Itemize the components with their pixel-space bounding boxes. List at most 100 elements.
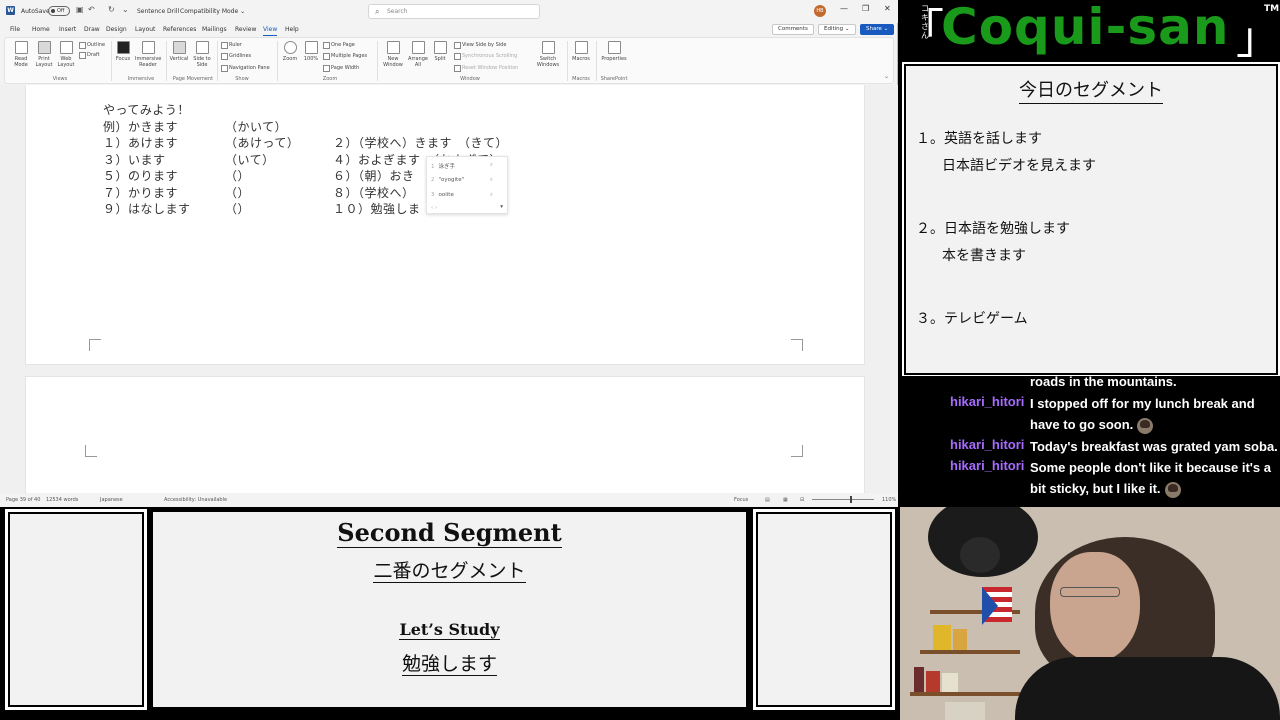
exercise-item: ８）（学校へ） — [333, 186, 415, 200]
tab-design[interactable]: Design — [106, 26, 127, 33]
document-page[interactable] — [25, 376, 865, 493]
close-icon[interactable]: ✕ — [884, 4, 891, 13]
todays-segments-panel: 今日のセグメント １。英語を話します 日本語ビデオを見えます ２。日本語を勉強し… — [902, 62, 1280, 377]
segment-heading: Second Segment — [153, 518, 746, 548]
tab-file[interactable]: File — [10, 26, 20, 33]
immersive-reader-button[interactable]: Immersive Reader — [135, 41, 161, 68]
ribbon-divider — [111, 41, 112, 81]
web-layout-button[interactable]: Web Layout — [55, 41, 77, 68]
autosave-toggle[interactable]: Off — [48, 6, 70, 16]
tab-home[interactable]: Home — [32, 26, 50, 33]
logo-kana: コキさん — [921, 4, 929, 40]
tab-help[interactable]: Help — [285, 26, 299, 33]
document-canvas[interactable]: やってみよう！ 例）かきます （かいて） １）あけます （あけって） ２）（学校… — [0, 85, 898, 493]
multiple-pages-button[interactable]: Multiple Pages — [323, 53, 367, 60]
comments-button[interactable]: Comments — [772, 24, 814, 35]
tab-draw[interactable]: Draw — [84, 26, 100, 33]
split-button[interactable]: Split — [430, 41, 450, 62]
read-mode-icon[interactable]: ▤ — [765, 497, 770, 503]
menu-bar: File Home Insert Draw Design Layout Refe… — [0, 23, 898, 37]
web-layout-icon[interactable]: ⊟ — [800, 497, 804, 503]
restore-icon[interactable]: ❐ — [862, 4, 869, 13]
focus-mode-button[interactable]: Focus — [734, 497, 748, 503]
save-icon[interactable]: ▣ — [76, 5, 84, 14]
page-width-button[interactable]: Page Width — [323, 65, 359, 72]
study-heading-jp: 勉強します — [153, 649, 746, 676]
focus-label: Focus — [115, 56, 131, 62]
ribbon-divider — [377, 41, 378, 81]
minimize-icon[interactable]: — — [840, 4, 848, 13]
zoom-100-icon — [304, 41, 318, 54]
undo-icon[interactable]: ↶ — [88, 5, 95, 14]
exercise-heading: やってみよう！ — [103, 103, 190, 117]
ime-candidate-popup: 1 泳ぎ手 ⌕ 2 "oyogite" ⌕ 3 ooiite ⌕ ‹ › ▾ — [426, 156, 508, 214]
switch-windows-button[interactable]: Switch Windows — [533, 41, 563, 68]
editing-button[interactable]: Editing ⌄ — [818, 24, 856, 35]
word-count[interactable]: 12534 words — [46, 497, 78, 503]
new-window-button[interactable]: New Window — [381, 41, 405, 68]
properties-button[interactable]: Properties — [599, 41, 629, 62]
zoom-button[interactable]: Zoom — [280, 41, 300, 62]
document-page[interactable]: やってみよう！ 例）かきます （かいて） １）あけます （あけって） ２）（学校… — [25, 85, 865, 365]
tab-insert[interactable]: Insert — [59, 26, 76, 33]
crop-mark — [791, 339, 803, 351]
zoom-level[interactable]: 110% — [882, 497, 896, 503]
ribbon-divider — [567, 41, 568, 81]
gridlines-checkbox[interactable]: Gridlines — [221, 53, 251, 60]
print-layout-button[interactable]: Print Layout — [33, 41, 55, 68]
navigation-pane-checkbox[interactable]: Navigation Pane — [221, 65, 270, 72]
segment-subheading: 二番のセグメント — [153, 556, 746, 583]
zoom-slider[interactable] — [812, 496, 874, 503]
collapse-ribbon-icon[interactable]: ⌄ — [884, 73, 889, 80]
tab-view[interactable]: View — [263, 26, 278, 36]
ruler-checkbox[interactable]: Ruler — [221, 42, 242, 49]
vertical-button[interactable]: Vertical — [168, 41, 190, 62]
zoom-100-button[interactable]: 100% — [301, 41, 321, 62]
study-heading-text: Let’s Study — [399, 620, 500, 640]
one-page-button[interactable]: One Page — [323, 42, 355, 49]
segments-title-text: 今日のセグメント — [1019, 80, 1163, 104]
search-box[interactable]: ⌕ Search — [368, 4, 540, 19]
sync-scrolling-button[interactable]: Synchronous Scrolling — [454, 53, 517, 60]
chat-message-text: Some people don't like it because it's a… — [1030, 457, 1280, 499]
print-layout-icon[interactable]: ▦ — [783, 497, 788, 503]
tab-review[interactable]: Review — [235, 26, 256, 33]
expand-icon[interactable]: ▾ — [500, 204, 503, 210]
focus-button[interactable]: Focus — [113, 41, 133, 62]
split-icon — [433, 41, 447, 54]
ime-candidate[interactable]: 2 "oyogite" — [431, 177, 464, 183]
left-placeholder-panel — [5, 509, 147, 710]
tab-mailings[interactable]: Mailings — [202, 26, 227, 33]
zoom-icon — [283, 41, 297, 54]
reset-window-button[interactable]: Reset Window Position — [454, 65, 518, 72]
share-button[interactable]: Share ⌄ — [860, 24, 895, 35]
side-to-side-button[interactable]: Side to Side — [191, 41, 213, 68]
customize-icon[interactable]: ⌄ — [122, 5, 129, 14]
ime-candidate[interactable]: 3 ooiite — [431, 192, 454, 198]
macros-button[interactable]: Macros — [569, 41, 593, 62]
candidate-text: ooiite — [438, 192, 454, 198]
outline-button[interactable]: Outline — [79, 42, 105, 49]
exercise-item: ３）います — [103, 153, 166, 167]
chevron-left-icon[interactable]: ‹ › — [431, 205, 437, 211]
exercise-item: １）あけます — [103, 136, 179, 150]
draft-button[interactable]: Draft — [79, 52, 100, 59]
avatar[interactable]: HB — [814, 5, 826, 17]
language-indicator[interactable]: Japanese — [100, 497, 123, 503]
tab-references[interactable]: References — [163, 26, 196, 33]
person-face-shape — [1050, 552, 1140, 662]
tab-layout[interactable]: Layout — [135, 26, 155, 33]
vertical-icon — [172, 41, 186, 54]
arrange-all-button[interactable]: Arrange All — [407, 41, 429, 68]
redo-icon[interactable]: ↻ — [108, 5, 115, 14]
ime-candidate[interactable]: 1 泳ぎ手 — [431, 162, 455, 170]
compatibility-mode[interactable]: Compatibility Mode ⌄ — [180, 8, 245, 15]
read-mode-button[interactable]: Read Mode — [9, 41, 33, 68]
candidate-text: 泳ぎ手 — [438, 164, 456, 170]
view-side-by-side-button[interactable]: View Side by Side — [454, 42, 506, 49]
page-count[interactable]: Page 39 of 40 — [6, 497, 40, 503]
accessibility-status[interactable]: Accessibility: Unavailable — [164, 497, 227, 503]
read-mode-icon — [14, 41, 28, 54]
exercise-item: 例）かきます — [103, 120, 179, 134]
study-heading: Let’s Study — [153, 620, 746, 640]
